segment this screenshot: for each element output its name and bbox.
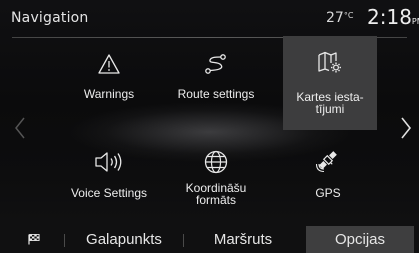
menu-item-label: Kartes iesta- tījumi bbox=[283, 91, 377, 115]
satellite-icon bbox=[281, 142, 375, 178]
chevron-right-icon bbox=[401, 117, 412, 139]
menu-item-label: Voice Settings bbox=[70, 186, 148, 200]
temperature-value: 27 bbox=[326, 10, 344, 26]
temperature-unit: °C bbox=[343, 11, 354, 20]
menu-item-label: Warnings bbox=[83, 87, 135, 101]
clock-ampm: PM bbox=[411, 17, 419, 26]
checkered-flag-icon bbox=[28, 234, 40, 245]
clock-time: 2:18 bbox=[367, 5, 412, 29]
bottom-tab-bar: Galapunkts Maršruts Opcijas bbox=[0, 226, 419, 253]
outside-temperature: 27°C bbox=[326, 10, 353, 26]
menu-item-label: GPS bbox=[315, 186, 341, 200]
menu-item-label-line2: formāts bbox=[195, 193, 236, 207]
navigation-settings-screen: Navigation 27°C 2:18PM Warnings bbox=[0, 0, 419, 253]
menu-item-label: Route settings bbox=[177, 87, 255, 101]
menu-item-map-settings[interactable]: Kartes iesta- tījumi bbox=[283, 36, 377, 130]
menu-item-label: Koordināšu formāts bbox=[169, 182, 263, 206]
menu-item-coordinate-format[interactable]: Koordināšu formāts bbox=[169, 132, 263, 222]
clock: 2:18PM bbox=[367, 5, 419, 29]
warning-triangle-icon bbox=[62, 46, 156, 82]
map-settings-icon bbox=[283, 44, 377, 80]
next-page-button[interactable] bbox=[391, 98, 419, 158]
menu-item-warnings[interactable]: Warnings bbox=[62, 40, 156, 130]
menu-item-voice-settings[interactable]: Voice Settings bbox=[54, 132, 164, 222]
globe-icon bbox=[169, 144, 263, 180]
menu-item-label-line2: tījumi bbox=[315, 102, 345, 116]
tab-galapunkts[interactable]: Galapunkts bbox=[65, 226, 183, 253]
tab-marsruts[interactable]: Maršruts bbox=[184, 226, 302, 253]
chevron-left-icon bbox=[15, 117, 25, 139]
menu-item-route-settings[interactable]: Route settings bbox=[169, 40, 263, 130]
page-title: Navigation bbox=[11, 10, 89, 26]
previous-page-button[interactable] bbox=[5, 98, 35, 158]
status-bar: Navigation 27°C 2:18PM bbox=[0, 0, 419, 38]
tab-opcijas[interactable]: Opcijas bbox=[306, 226, 414, 253]
route-icon bbox=[169, 46, 263, 82]
tab-destination-flag[interactable] bbox=[14, 226, 54, 253]
menu-item-gps[interactable]: GPS bbox=[281, 132, 375, 222]
speaker-icon bbox=[54, 144, 164, 180]
